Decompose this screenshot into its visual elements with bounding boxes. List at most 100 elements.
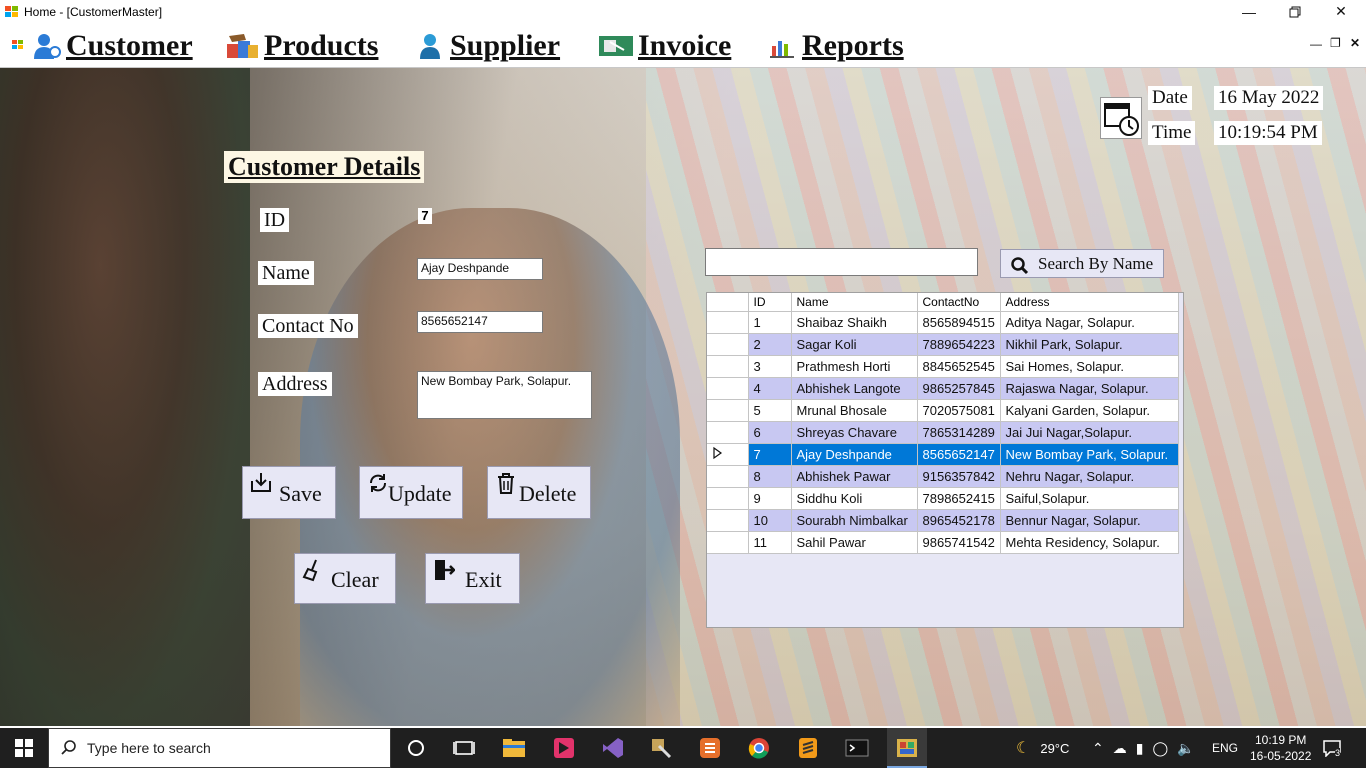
table-cell[interactable]: Sagar Koli — [791, 333, 918, 356]
notification-center[interactable]: 3 — [1323, 728, 1343, 768]
table-cell[interactable]: Nehru Nagar, Solapur. — [1000, 465, 1179, 488]
cortana-icon[interactable] — [404, 736, 428, 760]
column-header-address[interactable]: Address — [1000, 293, 1179, 312]
menu-invoice[interactable]: Invoice — [598, 27, 731, 65]
table-row[interactable]: 3 Prathmesh Horti 8845652545 Sai Homes, Sol… — [707, 355, 1179, 378]
file-explorer-icon[interactable] — [502, 736, 526, 760]
search-by-name-button[interactable]: Search By Name — [1000, 249, 1164, 278]
table-cell[interactable]: 3 — [748, 355, 792, 378]
table-cell[interactable]: Shreyas Chavare — [791, 421, 918, 444]
table-cell[interactable]: Abhishek Langote — [791, 377, 918, 400]
search-input[interactable] — [705, 248, 978, 276]
menu-products[interactable]: Products — [224, 27, 378, 65]
row-header[interactable] — [707, 355, 749, 378]
column-header-id[interactable]: ID — [748, 293, 792, 312]
table-cell[interactable]: Sourabh Nimbalkar — [791, 509, 918, 532]
row-header[interactable] — [707, 531, 749, 554]
table-cell[interactable]: 1 — [748, 311, 792, 334]
table-cell[interactable]: Rajaswa Nagar, Solapur. — [1000, 377, 1179, 400]
customer-grid[interactable]: ID Name ContactNo Address 1 Shaibaz Shaik… — [706, 292, 1184, 628]
row-header[interactable] — [707, 509, 749, 532]
column-header-contactno[interactable]: ContactNo — [917, 293, 1001, 312]
menu-reports[interactable]: Reports — [768, 27, 904, 65]
table-cell[interactable]: 6 — [748, 421, 792, 444]
volume-icon[interactable]: 🔈 — [1177, 740, 1194, 757]
name-input[interactable]: Ajay Deshpande — [417, 258, 543, 280]
table-cell[interactable]: 9156357842 — [917, 465, 1001, 488]
address-input[interactable]: New Bombay Park, Solapur. — [417, 371, 592, 419]
table-row[interactable]: 11 Sahil Pawar 9865741542 Mehta Residency, … — [707, 531, 1179, 554]
table-cell[interactable]: Bennur Nagar, Solapur. — [1000, 509, 1179, 532]
clear-button[interactable]: Clear — [294, 553, 396, 604]
table-cell[interactable]: Sai Homes, Solapur. — [1000, 355, 1179, 378]
table-cell[interactable]: 8565894515 — [917, 311, 1001, 334]
table-cell[interactable]: 7020575081 — [917, 399, 1001, 422]
table-cell[interactable]: Shaibaz Shaikh — [791, 311, 918, 334]
taskbar-active-app[interactable] — [887, 728, 927, 768]
table-cell[interactable]: Jai Jui Nagar,Solapur. — [1000, 421, 1179, 444]
task-view-icon[interactable] — [452, 736, 476, 760]
app-icon-orange[interactable] — [698, 736, 722, 760]
table-cell[interactable]: 10 — [748, 509, 792, 532]
chevron-up-icon[interactable]: ⌃ — [1092, 740, 1104, 757]
minimize-button[interactable]: — — [1226, 0, 1272, 23]
table-cell[interactable]: 4 — [748, 377, 792, 400]
table-cell[interactable]: 9865257845 — [917, 377, 1001, 400]
table-cell[interactable]: 8965452178 — [917, 509, 1001, 532]
visual-studio-icon[interactable] — [601, 736, 625, 760]
battery-icon[interactable]: ▮ — [1136, 740, 1144, 757]
table-row[interactable]: 9 Siddhu Koli 7898652415 Saiful,Solapur. — [707, 487, 1179, 510]
table-row[interactable]: 2 Sagar Koli 7889654223 Nikhil Park, Solapu… — [707, 333, 1179, 356]
column-header-name[interactable]: Name — [791, 293, 918, 312]
row-header[interactable] — [707, 377, 749, 400]
table-cell[interactable]: 9865741542 — [917, 531, 1001, 554]
menu-customer[interactable]: Customer — [32, 27, 193, 65]
update-button[interactable]: Update — [359, 466, 463, 519]
row-header[interactable] — [707, 333, 749, 356]
table-cell[interactable]: 7889654223 — [917, 333, 1001, 356]
table-cell[interactable]: Siddhu Koli — [791, 487, 918, 510]
table-cell[interactable]: 7898652415 — [917, 487, 1001, 510]
table-row[interactable]: 5 Mrunal Bhosale 7020575081 Kalyani Garden,… — [707, 399, 1179, 422]
table-cell[interactable]: 9 — [748, 487, 792, 510]
table-cell[interactable]: 7 — [748, 443, 792, 466]
close-button[interactable]: ✕ — [1318, 0, 1364, 23]
app-icon-pink[interactable] — [552, 736, 576, 760]
table-cell[interactable]: 8 — [748, 465, 792, 488]
table-cell[interactable]: Saiful,Solapur. — [1000, 487, 1179, 510]
contact-input[interactable]: 8565652147 — [417, 311, 543, 333]
mdi-minimize-button[interactable]: — — [1310, 37, 1322, 51]
sublime-text-icon[interactable] — [796, 736, 820, 760]
table-cell[interactable]: 5 — [748, 399, 792, 422]
table-cell[interactable]: Kalyani Garden, Solapur. — [1000, 399, 1179, 422]
chrome-icon[interactable] — [747, 736, 771, 760]
table-cell[interactable]: 8845652545 — [917, 355, 1001, 378]
table-cell[interactable]: Mrunal Bhosale — [791, 399, 918, 422]
tools-icon[interactable] — [649, 736, 673, 760]
system-clock[interactable]: 10:19 PM 16-05-2022 — [1250, 728, 1311, 768]
mdi-restore-button[interactable]: ❐ — [1330, 36, 1341, 50]
table-row[interactable]: 6 Shreyas Chavare 7865314289 Jai Jui Nagar,… — [707, 421, 1179, 444]
taskbar-search-box[interactable]: Type here to search — [48, 728, 391, 768]
table-row[interactable]: 8 Abhishek Pawar 9156357842 Nehru Nagar, So… — [707, 465, 1179, 488]
row-header[interactable] — [707, 465, 749, 488]
row-header[interactable] — [707, 443, 749, 466]
table-row[interactable]: 10 Sourabh Nimbalkar 8965452178 Bennur Naga… — [707, 509, 1179, 532]
row-header[interactable] — [707, 311, 749, 334]
table-row[interactable]: 7 Ajay Deshpande 8565652147 New Bombay Park… — [707, 443, 1179, 466]
table-row[interactable]: 4 Abhishek Langote 9865257845 Rajaswa Nagar… — [707, 377, 1179, 400]
table-cell[interactable]: Aditya Nagar, Solapur. — [1000, 311, 1179, 334]
table-cell[interactable]: New Bombay Park, Solapur. — [1000, 443, 1179, 466]
globe-network-icon[interactable]: ◯ — [1152, 740, 1168, 757]
table-cell[interactable]: Nikhil Park, Solapur. — [1000, 333, 1179, 356]
row-header[interactable] — [707, 487, 749, 510]
row-header[interactable] — [707, 399, 749, 422]
menu-supplier[interactable]: Supplier — [416, 27, 560, 65]
table-cell[interactable]: 8565652147 — [917, 443, 1001, 466]
delete-button[interactable]: Delete — [487, 466, 591, 519]
table-cell[interactable]: 11 — [748, 531, 792, 554]
table-cell[interactable]: Sahil Pawar — [791, 531, 918, 554]
exit-button[interactable]: Exit — [425, 553, 520, 604]
table-cell[interactable]: 7865314289 — [917, 421, 1001, 444]
table-cell[interactable]: Mehta Residency, Solapur. — [1000, 531, 1179, 554]
